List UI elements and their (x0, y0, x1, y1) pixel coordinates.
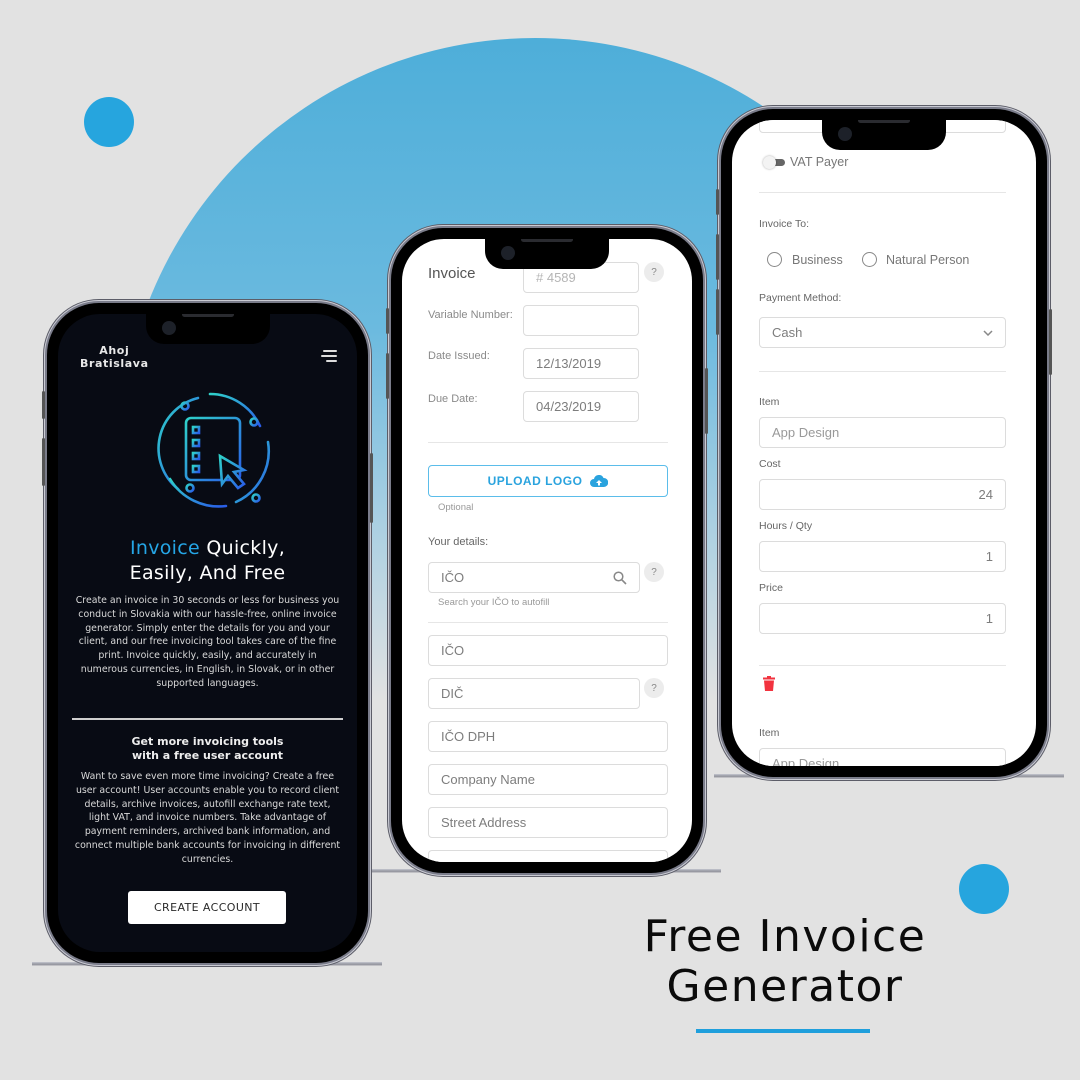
side-button (705, 368, 708, 434)
qty-input[interactable]: 1 (759, 541, 1006, 572)
divider (759, 371, 1006, 372)
intro-text: Create an invoice in 30 seconds or less … (75, 595, 340, 689)
camera (838, 127, 852, 141)
due-date-input[interactable]: 04/23/2019 (523, 391, 639, 422)
your-details-label: Your details: (428, 536, 489, 548)
upload-logo-button[interactable]: UPLOAD LOGO (428, 465, 668, 497)
street-address-input[interactable]: Street Address (428, 807, 668, 838)
divider (428, 442, 668, 443)
notch (145, 314, 270, 344)
ico-search-hint: Search your IČO to autofill (438, 597, 550, 608)
side-button (716, 289, 719, 335)
divider (759, 192, 1006, 193)
decorative-dot (84, 97, 134, 147)
cost-label: Cost (759, 458, 781, 470)
variable-number-label: Variable Number: (428, 309, 513, 321)
divider (759, 665, 1006, 666)
speaker (858, 120, 910, 123)
divider (428, 622, 668, 623)
dic-input[interactable]: DIČ (428, 678, 640, 709)
cloud-upload-icon (590, 475, 609, 487)
price-label: Price (759, 582, 783, 594)
camera (161, 321, 176, 335)
side-button (386, 353, 389, 399)
items-screen: VAT Payer Invoice To: Business Natural P… (732, 120, 1036, 766)
side-button (370, 453, 373, 523)
search-icon[interactable] (613, 570, 627, 585)
headline-underline (696, 1029, 870, 1033)
hamburger-icon[interactable] (321, 350, 337, 362)
invoice-to-label: Invoice To: (759, 218, 810, 230)
side-button (716, 234, 719, 280)
next-input[interactable] (428, 850, 668, 862)
invoice-title: Invoice (428, 265, 476, 282)
invoice-form-screen: Invoice # 4589 ? Variable Number: Date I… (402, 239, 692, 862)
help-icon[interactable]: ? (644, 262, 664, 282)
due-date-label: Due Date: (428, 393, 478, 405)
payment-method-select[interactable]: Cash (759, 317, 1006, 348)
phone-items: VAT Payer Invoice To: Business Natural P… (716, 109, 1052, 777)
radio-business[interactable] (767, 252, 782, 267)
help-icon[interactable]: ? (644, 562, 664, 582)
price-input[interactable]: 1 (759, 603, 1006, 634)
brand-logo[interactable]: Ahoj Bratislava (80, 344, 149, 370)
phone-landing: Ahoj Bratislava Invoice Quickly, Easily,… (42, 303, 373, 963)
date-issued-label: Date Issued: (428, 350, 490, 362)
speaker (521, 239, 573, 242)
invoice-checklist-icon (157, 392, 270, 508)
variable-number-input[interactable] (523, 305, 639, 336)
landing-screen: Ahoj Bratislava Invoice Quickly, Easily,… (58, 314, 357, 952)
notch (485, 239, 609, 269)
headline: Free Invoice Generator (643, 911, 927, 1012)
item-input[interactable]: App Design (759, 417, 1006, 448)
account-subtitle: Get more invoicing tools with a free use… (131, 735, 284, 762)
side-button (1049, 309, 1052, 375)
account-text: Want to save even more time invoicing? C… (74, 771, 341, 865)
side-button (42, 438, 45, 486)
upload-hint: Optional (438, 502, 474, 513)
item-label: Item (759, 396, 780, 408)
trash-icon[interactable] (763, 676, 775, 691)
decorative-dot (959, 864, 1009, 914)
date-issued-input[interactable]: 12/13/2019 (523, 348, 639, 379)
company-name-input[interactable]: Company Name (428, 764, 668, 795)
cost-input[interactable]: 24 (759, 479, 1006, 510)
speaker (181, 314, 234, 317)
create-account-button[interactable]: CREATE ACCOUNT (128, 891, 286, 924)
item-label: Item (759, 727, 780, 739)
radio-natural-person-label: Natural Person (886, 253, 970, 267)
chevron-down-icon (983, 329, 993, 336)
vat-payer-label: VAT Payer (790, 155, 849, 169)
hero-title: Invoice Quickly, Easily, And Free (129, 537, 286, 584)
phone-invoice-form: Invoice # 4589 ? Variable Number: Date I… (386, 228, 708, 873)
side-button (716, 189, 719, 215)
ico-dph-input[interactable]: IČO DPH (428, 721, 668, 752)
radio-business-label: Business (792, 253, 843, 267)
vat-payer-toggle[interactable] (763, 156, 785, 169)
payment-method-label: Payment Method: (759, 292, 842, 304)
side-button (42, 391, 45, 419)
ico-input[interactable]: IČO (428, 635, 668, 666)
ico-search-input[interactable]: IČO (428, 562, 640, 593)
notch (822, 120, 946, 150)
qty-label: Hours / Qty (759, 520, 813, 532)
radio-natural-person[interactable] (862, 252, 877, 267)
item-input[interactable]: App Design (759, 748, 1006, 766)
side-button (386, 308, 389, 334)
camera (501, 246, 515, 260)
help-icon[interactable]: ? (644, 678, 664, 698)
divider (72, 718, 343, 720)
